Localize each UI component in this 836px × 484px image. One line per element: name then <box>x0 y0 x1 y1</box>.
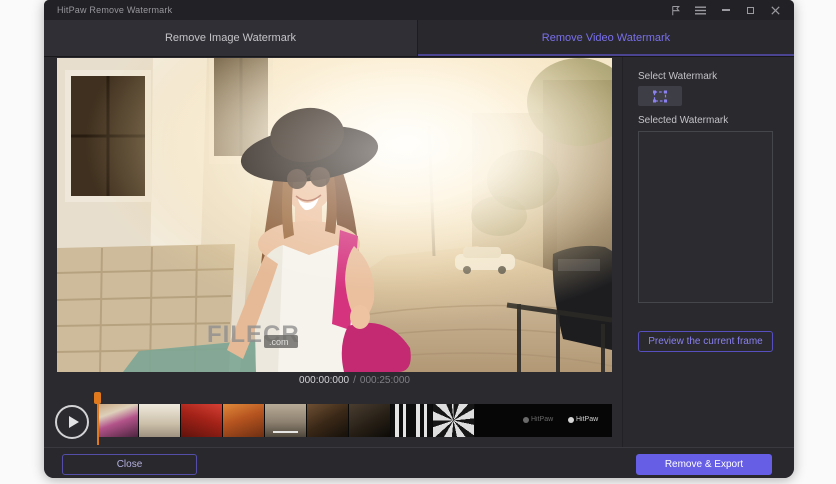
play-button[interactable] <box>55 405 89 439</box>
timeline-thumbnail <box>391 404 432 437</box>
select-watermark-button[interactable] <box>638 86 682 106</box>
play-icon <box>69 416 79 428</box>
selected-watermark-label: Selected Watermark <box>638 115 729 126</box>
video-preview[interactable]: FILECR .com <box>57 58 612 372</box>
select-watermark-label: Select Watermark <box>638 71 718 82</box>
playhead-handle[interactable] <box>94 392 101 404</box>
desktop-background: HitPaw Remove Watermark Remove Image Wat… <box>0 0 836 484</box>
timeline-thumbnail <box>433 404 474 437</box>
timeline-thumbnail <box>265 404 306 437</box>
maximize-button[interactable] <box>738 0 763 20</box>
footer-bar: Close Remove & Export <box>44 447 794 478</box>
feedback-icon[interactable] <box>663 0 688 20</box>
titlebar: HitPaw Remove Watermark <box>44 0 794 20</box>
tab-label: Remove Video Watermark <box>541 32 671 44</box>
minimize-button[interactable] <box>713 0 738 20</box>
watermark-sidebar: Select Watermark Selected Watermark Prev… <box>622 57 794 447</box>
time-display: 000:00:000/000:25:000 <box>97 375 612 386</box>
tab-remove-image-watermark[interactable]: Remove Image Watermark <box>44 20 418 56</box>
hitpaw-logo-icon <box>568 416 574 423</box>
timeline-thumbnail <box>307 404 348 437</box>
app-window: HitPaw Remove Watermark Remove Image Wat… <box>44 0 794 478</box>
timeline-filmstrip[interactable]: HitPaw HitPaw <box>94 392 612 445</box>
menu-icon[interactable] <box>688 0 713 20</box>
window-title: HitPaw Remove Watermark <box>57 5 173 15</box>
timeline-thumbnail <box>181 404 222 437</box>
marquee-selection-icon <box>653 90 667 102</box>
timeline-thumbnail <box>349 404 390 437</box>
remove-export-button[interactable]: Remove & Export <box>636 454 772 475</box>
svg-text:.com: .com <box>269 337 289 347</box>
video-frame-image: FILECR .com <box>57 58 612 372</box>
playhead-line <box>96 404 99 445</box>
timeline-thumbnail <box>223 404 264 437</box>
window-controls <box>663 0 788 20</box>
filecr-watermark: FILECR .com <box>207 321 299 348</box>
current-time: 000:00:000 <box>299 375 350 386</box>
clip-watermark-logo: HitPaw <box>523 416 553 423</box>
preview-frame-button[interactable]: Preview the current frame <box>638 331 773 352</box>
clip-watermark-logo: HitPaw <box>568 416 598 423</box>
close-dialog-button[interactable]: Close <box>62 454 197 475</box>
timeline-thumbnail <box>139 404 180 437</box>
timeline-thumbnail <box>97 404 138 437</box>
playhead[interactable] <box>94 392 102 445</box>
time-separator: / <box>353 375 356 386</box>
tab-remove-video-watermark[interactable]: Remove Video Watermark <box>418 20 794 56</box>
hitpaw-logo-icon <box>523 416 529 423</box>
selected-watermark-box <box>638 131 773 303</box>
close-button[interactable] <box>763 0 788 20</box>
total-time: 000:25:000 <box>359 375 410 386</box>
timeline-black-segment: HitPaw HitPaw <box>475 404 612 437</box>
tab-label: Remove Image Watermark <box>164 32 297 44</box>
tab-bar: Remove Image Watermark Remove Video Wate… <box>44 20 794 57</box>
